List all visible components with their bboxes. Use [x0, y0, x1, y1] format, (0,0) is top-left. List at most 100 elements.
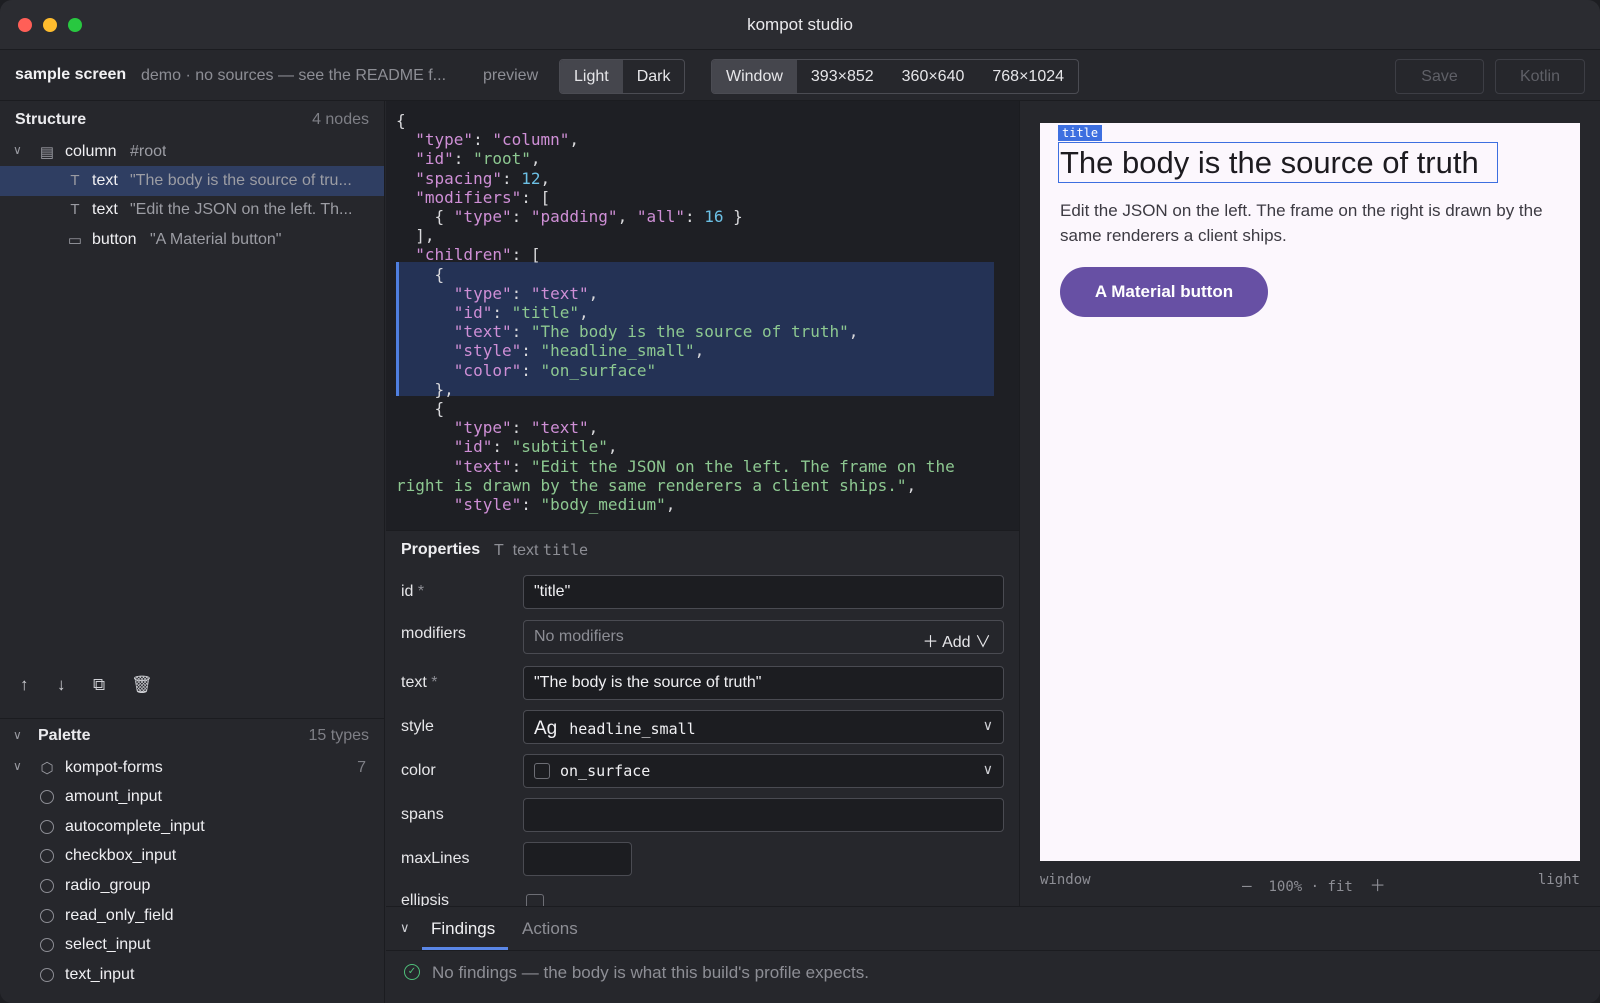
check-circle-icon: ✓: [404, 964, 420, 980]
palette-item[interactable]: read_only_field: [0, 901, 384, 931]
zoom-fit-button[interactable]: fit: [1328, 879, 1353, 895]
size-toggle: Window 393×852 360×640 768×1024: [711, 59, 1080, 94]
spans-field[interactable]: [523, 798, 1004, 832]
color-label: color: [401, 762, 436, 779]
tab-actions[interactable]: Actions: [522, 919, 578, 939]
node-label: "A Material button": [150, 231, 282, 248]
theme-dark-button[interactable]: Dark: [623, 60, 685, 93]
tree-node-subtitle[interactable]: T text "Edit the JSON on the left. Th...: [0, 195, 384, 225]
palette-item[interactable]: checkbox_input: [0, 841, 384, 871]
palette-item-name: text_input: [65, 966, 135, 983]
node-label: #root: [130, 143, 167, 160]
text-icon: T: [494, 542, 504, 559]
window-title: kompot studio: [747, 15, 853, 34]
ellipsis-label: ellipsis: [401, 892, 450, 906]
add-modifier-button[interactable]: ＋ Add ∨: [923, 628, 992, 652]
device-frame: title The body is the source of truth Ed…: [1040, 123, 1580, 861]
palette-item[interactable]: radio_group: [0, 871, 384, 901]
palette-item-name: select_input: [65, 936, 151, 953]
size-768-button[interactable]: 768×1024: [978, 60, 1078, 93]
modifiers-value: No modifiers: [534, 628, 624, 645]
maxlines-field[interactable]: [523, 842, 632, 876]
palette-item[interactable]: text_input: [0, 960, 384, 990]
component-icon: [40, 879, 54, 893]
preview-material-button[interactable]: A Material button: [1060, 267, 1268, 317]
color-select[interactable]: on_surface ∨: [523, 754, 1004, 788]
tab-divider: [386, 950, 1600, 951]
title-bar: kompot studio: [0, 0, 1600, 50]
color-swatch: [534, 763, 550, 779]
palette-item[interactable]: autocomplete_input: [0, 812, 384, 842]
maxlines-label: maxLines: [401, 850, 470, 867]
zoom-in-icon[interactable]: ＋: [1370, 876, 1386, 895]
style-select[interactable]: Ag headline_small ∨: [523, 710, 1004, 744]
group-count: 7: [357, 759, 366, 776]
theme-light-button[interactable]: Light: [560, 60, 623, 93]
component-icon: [40, 790, 54, 804]
palette-item-name: read_only_field: [65, 907, 174, 924]
group-name: kompot-forms: [65, 759, 163, 776]
zoom-controls: — 100% · fit ＋: [1242, 876, 1386, 895]
chevron-down-icon: ∨: [982, 761, 993, 777]
component-icon: [40, 938, 54, 952]
preview-subtitle[interactable]: Edit the JSON on the left. The frame on …: [1060, 198, 1560, 248]
properties-panel: Properties T text title id * "title" mod…: [386, 530, 1019, 906]
chevron-down-icon[interactable]: ∨: [13, 143, 22, 157]
findings-panel: ∨ Findings Actions ✓ No findings — the b…: [386, 906, 1600, 1003]
chevron-down-icon[interactable]: ∨: [400, 920, 410, 936]
chevron-down-icon: ∨: [982, 717, 993, 733]
toolbar: sample screen demo · no sources — see th…: [0, 50, 1600, 101]
text-icon: T: [70, 201, 80, 218]
node-kind: column: [65, 143, 117, 160]
size-393-button[interactable]: 393×852: [797, 60, 888, 93]
preview-title[interactable]: The body is the source of truth: [1060, 145, 1479, 181]
tree-actions: ↑ ↓ ⧉ 🗑: [0, 671, 384, 707]
modifiers-label: modifiers: [401, 625, 466, 642]
spans-label: spans: [401, 806, 444, 823]
json-source[interactable]: { "type": "column", "id": "root", "spaci…: [396, 111, 1004, 514]
tab-findings[interactable]: Findings: [431, 919, 495, 939]
screen-name: sample screen: [15, 66, 127, 83]
style-label: style: [401, 718, 434, 735]
palette-item[interactable]: select_input: [0, 930, 384, 960]
chevron-down-icon[interactable]: ∨: [13, 728, 22, 742]
tree-node-title[interactable]: T text "The body is the source of tru...: [0, 166, 384, 196]
id-field[interactable]: "title": [523, 575, 1004, 609]
component-icon: [40, 820, 54, 834]
chevron-down-icon[interactable]: ∨: [13, 759, 22, 773]
component-icon: [40, 849, 54, 863]
properties-node: T text title: [494, 541, 588, 560]
duplicate-icon[interactable]: ⧉: [93, 675, 105, 695]
add-label: Add: [942, 634, 971, 651]
preview-theme: light: [1537, 872, 1580, 888]
modifiers-field: No modifiers ＋ Add ∨: [523, 620, 1004, 654]
node-id: title: [542, 541, 589, 559]
kotlin-button[interactable]: Kotlin: [1495, 59, 1585, 94]
tree-node-root[interactable]: ∨ ▤ column #root: [0, 137, 384, 167]
screen-subtitle: demo · no sources — see the README f...: [141, 67, 447, 84]
palette-item-name: radio_group: [65, 877, 151, 894]
size-360-button[interactable]: 360×640: [888, 60, 979, 93]
size-window-button[interactable]: Window: [712, 60, 797, 93]
zoom-out-icon[interactable]: —: [1242, 876, 1252, 895]
section-divider: [0, 718, 384, 719]
package-icon: ⬡: [40, 760, 54, 777]
node-label: "Edit the JSON on the left. Th...: [130, 201, 353, 218]
save-button[interactable]: Save: [1395, 59, 1484, 94]
palette-item-name: autocomplete_input: [65, 818, 205, 835]
palette-item-name: amount_input: [65, 788, 162, 805]
palette-group-kompot-forms[interactable]: ∨ ⬡ kompot-forms 7: [0, 753, 384, 783]
tree-node-button[interactable]: ▭ button "A Material button": [0, 225, 384, 255]
palette-item[interactable]: amount_input: [0, 782, 384, 812]
text-field[interactable]: "The body is the source of truth": [523, 666, 1004, 700]
palette-item-name: checkbox_input: [65, 847, 177, 864]
zoom-level: 100%: [1268, 879, 1303, 895]
typography-icon: Ag: [534, 718, 558, 739]
ellipsis-checkbox[interactable]: [526, 894, 544, 906]
node-kind: text: [512, 542, 539, 559]
move-down-icon[interactable]: ↓: [57, 675, 66, 695]
delete-icon[interactable]: 🗑: [131, 675, 153, 695]
move-up-icon[interactable]: ↑: [20, 675, 29, 695]
structure-count: 4 nodes: [312, 111, 369, 128]
node-kind: button: [92, 231, 137, 248]
